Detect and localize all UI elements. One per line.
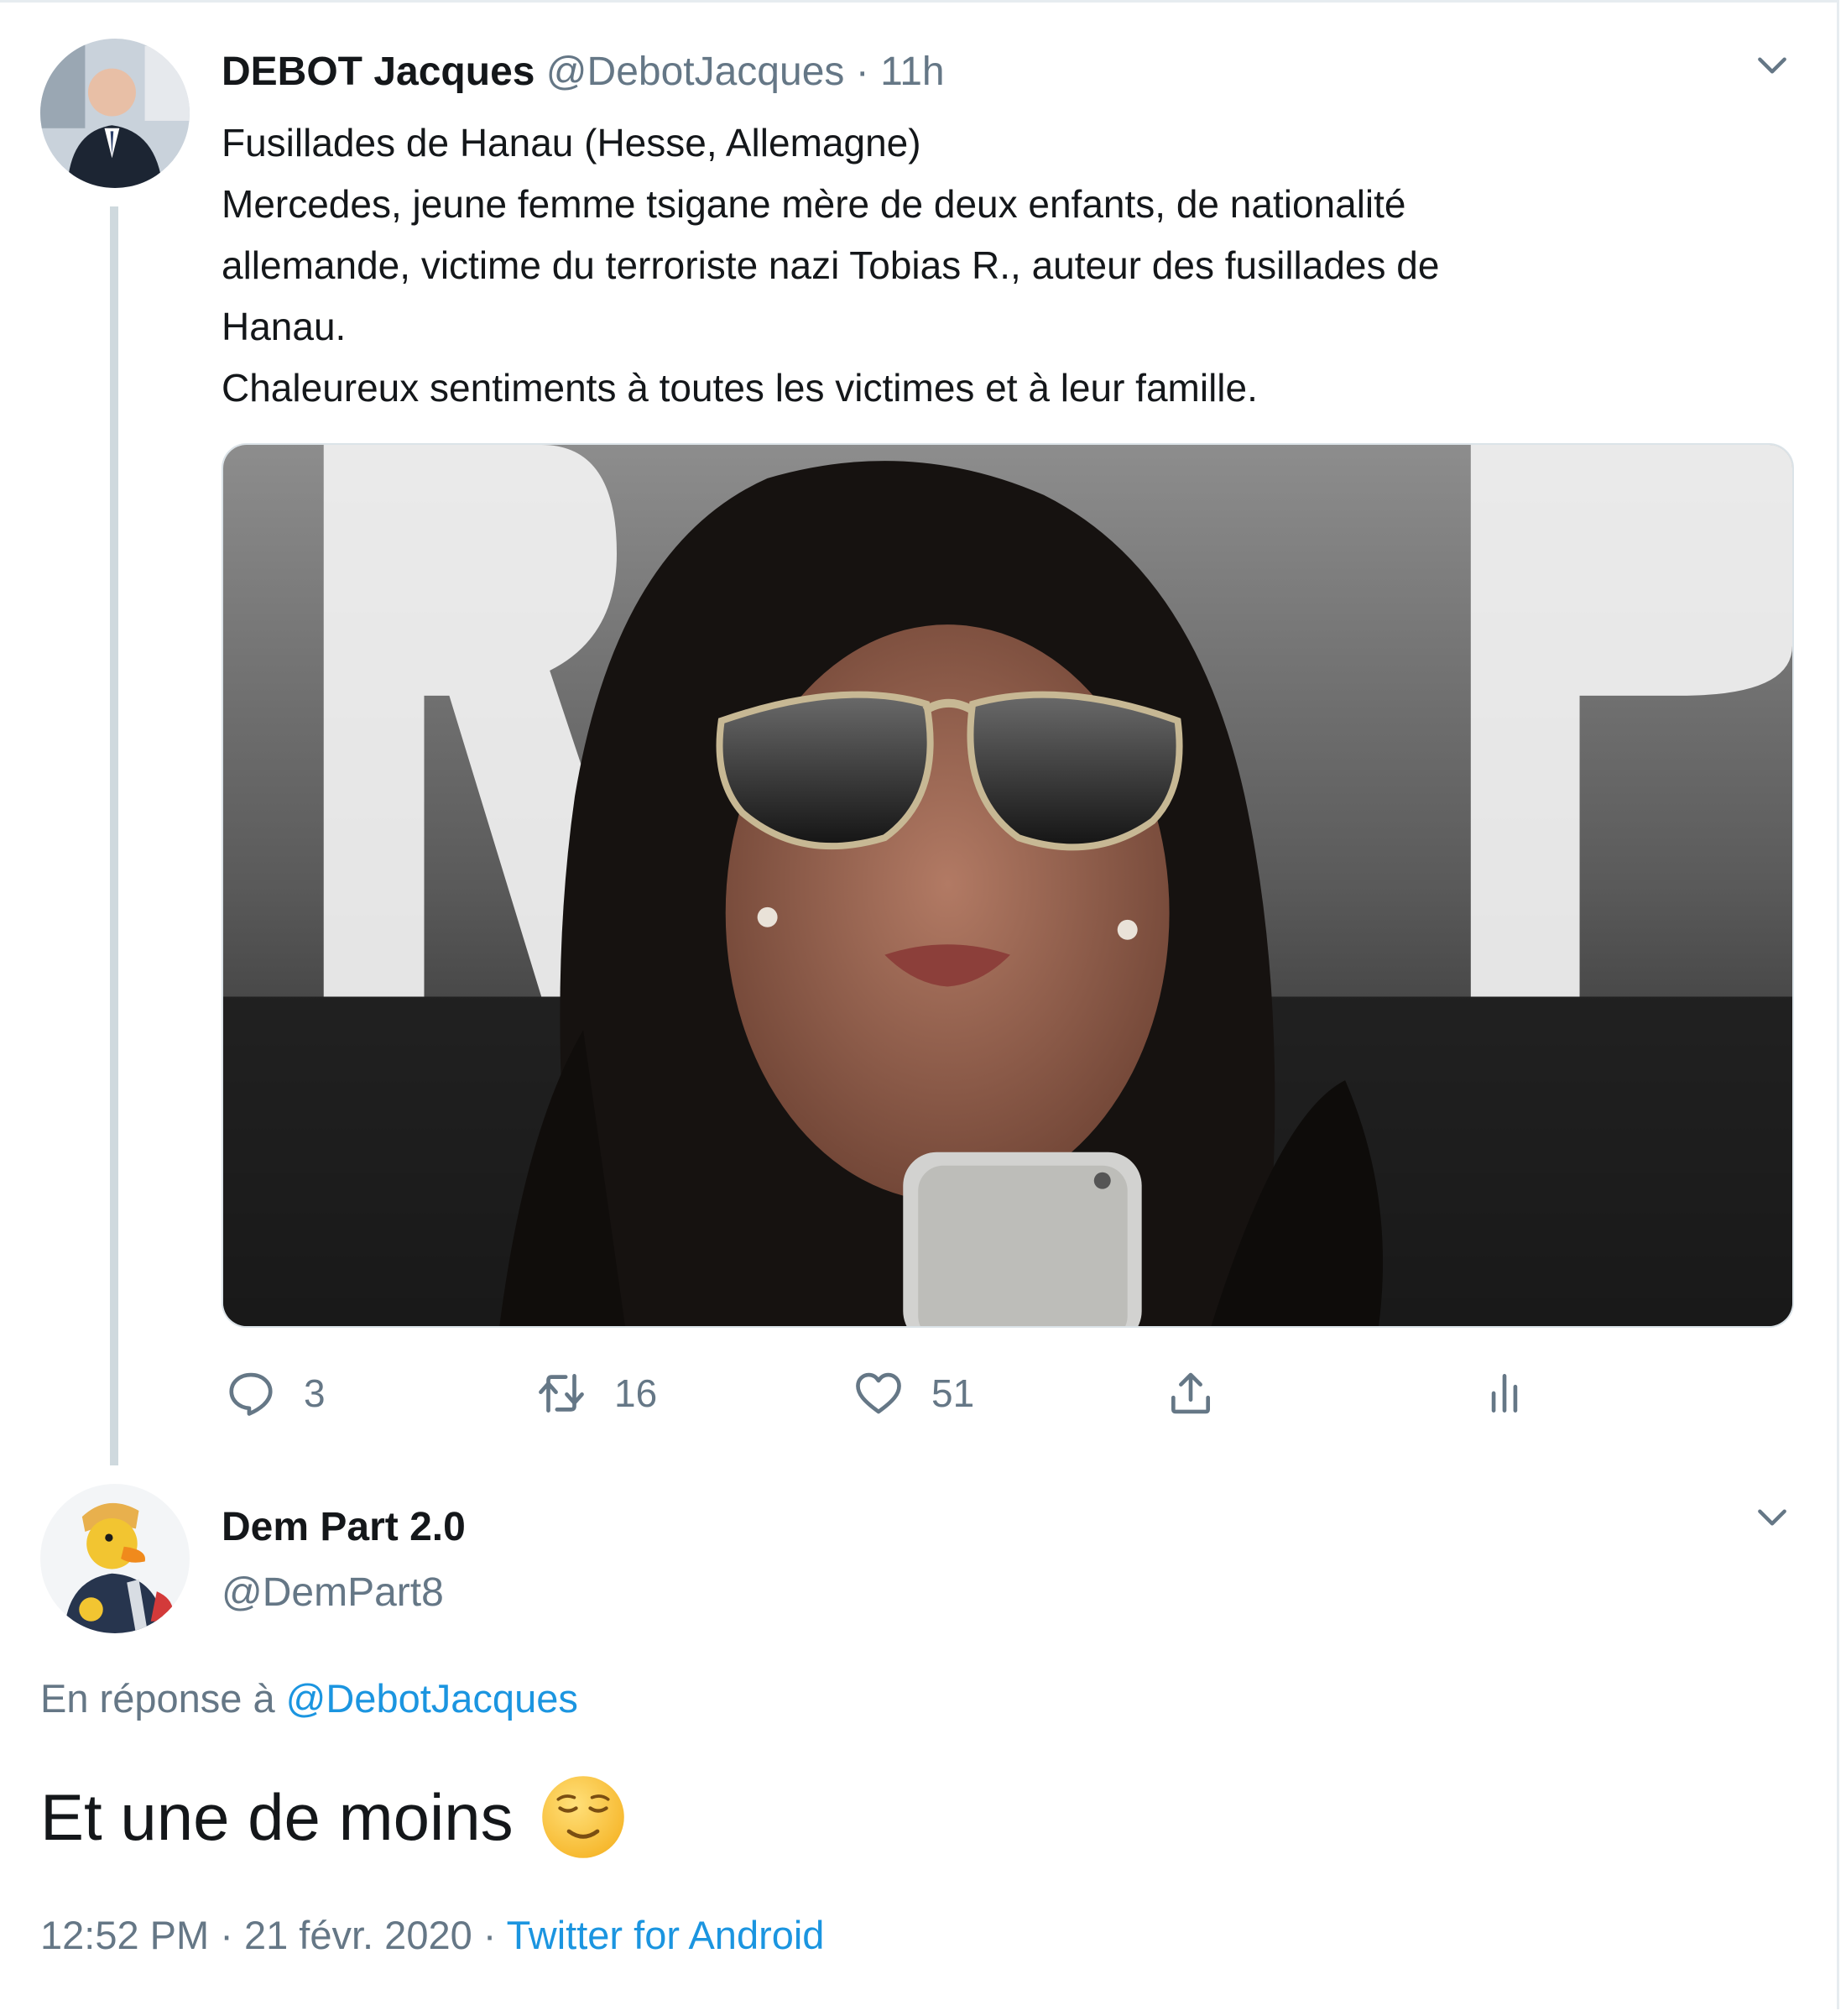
- tweet-line: Chaleureux sentiments à toutes les victi…: [222, 366, 1258, 410]
- photo-woman-sunglasses: [223, 445, 1792, 1326]
- reply-time[interactable]: 12:52 PM: [40, 1913, 209, 1957]
- share-icon: [1171, 1372, 1210, 1414]
- tweet-timestamp[interactable]: 11h: [880, 50, 945, 94]
- in-reply-to: En réponse à @DebotJacques: [40, 1674, 578, 1724]
- reply-body: Et une de moins: [40, 1773, 628, 1862]
- tweet-line: Mercedes, jeune femme tsigane mère de de…: [222, 182, 1406, 226]
- tweet-actions: 3 16 51: [222, 1360, 1794, 1427]
- in-reply-handle-link[interactable]: @DebotJacques: [286, 1676, 578, 1721]
- reply-author-handle[interactable]: @DemPart8: [222, 1568, 444, 1618]
- tweet-header: DEBOT Jacques @DebotJacques · 11h: [222, 49, 945, 96]
- tweet-body: Fusillades de Hanau (Hesse, Allemagne) M…: [222, 112, 1782, 419]
- reply-icon: [229, 1372, 273, 1416]
- chevron-down-icon[interactable]: [1754, 47, 1791, 84]
- chevron-down-icon[interactable]: [1754, 1499, 1791, 1536]
- source-link[interactable]: Twitter for Android: [507, 1913, 825, 1957]
- like-count: 51: [931, 1371, 975, 1415]
- reply-button[interactable]: 3: [225, 1360, 326, 1427]
- meta-separator: ·: [220, 1913, 233, 1957]
- reply-author-avatar[interactable]: [40, 1484, 190, 1633]
- like-button[interactable]: 51: [853, 1360, 974, 1427]
- reply-count: 3: [304, 1371, 326, 1415]
- tweet-line: Hanau.: [222, 305, 347, 348]
- reply-author-display-name[interactable]: Dem Part 2.0: [222, 1502, 466, 1553]
- author-handle[interactable]: @DebotJacques: [546, 50, 845, 94]
- retweet-count: 16: [614, 1371, 658, 1415]
- tweet-line: allemande, victime du terroriste nazi To…: [222, 243, 1440, 287]
- retweet-button[interactable]: 16: [535, 1360, 657, 1427]
- tweet-photo[interactable]: [222, 443, 1794, 1328]
- reply-metadata: 12:52 PM · 21 févr. 2020 · Twitter for A…: [40, 1910, 824, 1961]
- reply-date[interactable]: 21 févr. 2020: [244, 1913, 472, 1957]
- retweet-icon: [539, 1374, 584, 1413]
- thread-connector-line: [110, 206, 118, 1465]
- tweet-line: Fusillades de Hanau (Hesse, Allemagne): [222, 121, 921, 165]
- meta-separator: ·: [482, 1913, 497, 1957]
- reply-text: Et une de moins: [40, 1780, 514, 1854]
- rubber-duck-avatar-image: [40, 1484, 190, 1633]
- analytics-icon: [1491, 1374, 1518, 1413]
- author-avatar-image: [40, 39, 190, 188]
- relieved-face-emoji-icon: [539, 1773, 628, 1862]
- author-display-name[interactable]: DEBOT Jacques: [222, 50, 535, 94]
- author-avatar[interactable]: [40, 39, 190, 188]
- in-reply-prefix: En réponse à: [40, 1676, 275, 1721]
- analytics-button[interactable]: [1478, 1360, 1557, 1427]
- share-button[interactable]: [1165, 1360, 1244, 1427]
- heart-icon: [856, 1372, 901, 1414]
- header-separator: ·: [855, 50, 869, 94]
